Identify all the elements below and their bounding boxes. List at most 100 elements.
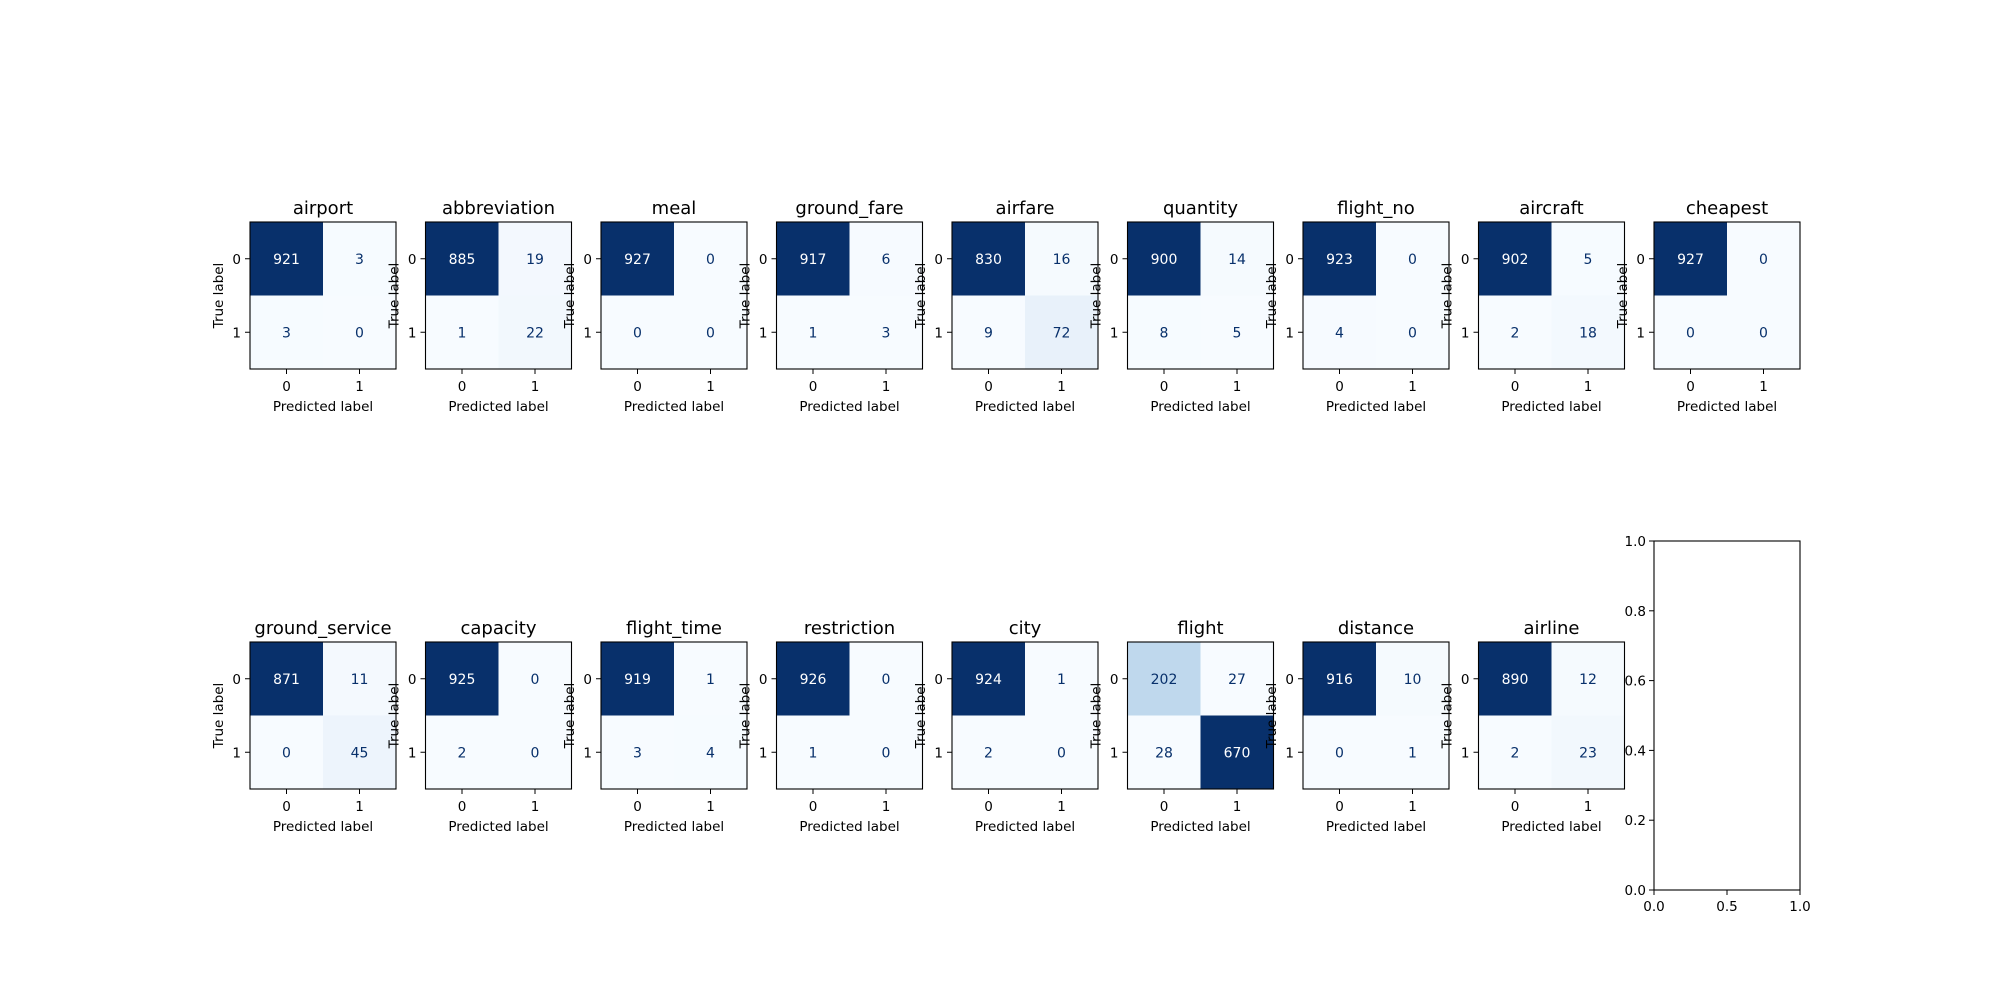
y-tick-label: 0	[1285, 252, 1294, 268]
confusion-matrix-meal: 927 0 0 0 meal 0 1 0 1 Predicted label True label	[562, 198, 748, 415]
cell-value-label: 902	[1502, 252, 1529, 268]
x-axis-label: Predicted label	[975, 399, 1075, 415]
x-axis-label: Predicted label	[1501, 819, 1601, 835]
x-tick-label: 0	[458, 799, 467, 815]
x-axis-label: Predicted label	[799, 819, 899, 835]
y-tick-label: 0.4	[1625, 743, 1646, 759]
y-tick-label: 1	[408, 745, 417, 761]
cell-value-label: 885	[449, 252, 476, 268]
y-tick-label: 1	[1110, 745, 1119, 761]
matrix-title: cheapest	[1686, 198, 1768, 219]
cell-value-label: 11	[351, 672, 369, 688]
y-tick-label: 1	[1285, 325, 1294, 341]
cell-value-label: 0	[706, 325, 715, 341]
y-axis-label: True label	[562, 263, 578, 330]
y-axis-label: True label	[211, 263, 227, 330]
x-axis-label: Predicted label	[1501, 399, 1601, 415]
y-tick-label: 1	[1110, 325, 1119, 341]
confusion-matrix-ground-fare: 917 6 1 3 ground_fare 0 1 0 1 Predicted label True…	[738, 198, 924, 415]
cell-value-label: 830	[975, 252, 1002, 268]
matrix-title: capacity	[461, 618, 537, 639]
x-tick-label: 0	[1160, 379, 1169, 395]
matrix-title: meal	[652, 198, 697, 219]
x-tick-label: 0	[809, 379, 818, 395]
x-axis-label: Predicted label	[1150, 819, 1250, 835]
y-tick-label: 0.8	[1625, 604, 1646, 620]
y-tick-label: 1	[934, 745, 943, 761]
matrix-title: abbreviation	[442, 198, 555, 219]
x-tick-label: 1	[1233, 379, 1242, 395]
cell-value-label: 1	[706, 672, 715, 688]
y-tick-label: 1	[408, 325, 417, 341]
x-axis-label: Predicted label	[624, 399, 724, 415]
y-axis-label: True label	[387, 683, 403, 750]
cell-value-label: 0	[531, 745, 540, 761]
cell-value-label: 1	[1057, 672, 1066, 688]
cell-value-label: 0	[1686, 325, 1695, 341]
x-tick-label: 1	[706, 379, 715, 395]
cell-value-label: 19	[526, 252, 544, 268]
x-tick-label: 1	[531, 379, 540, 395]
x-tick-label: 0	[1686, 379, 1695, 395]
y-tick-label: 0	[1285, 672, 1294, 688]
x-tick-label: 1	[1759, 379, 1768, 395]
confusion-matrix-distance: 916 100 1distance010 1Predicted labelTrue l…	[1264, 618, 1450, 835]
cell-value-label: 28	[1155, 745, 1173, 761]
x-tick-label: 1	[1057, 799, 1066, 815]
cell-value-label: 871	[273, 672, 300, 688]
x-tick-label: 0	[1511, 799, 1520, 815]
y-tick-label: 0	[1636, 252, 1645, 268]
y-tick-label: 0	[759, 672, 768, 688]
confusion-matrix-flight-time: 919 1 3 4 flight_time 0 1 0 1 Predicted label True…	[562, 618, 748, 835]
cell-value-label: 1	[809, 745, 818, 761]
y-tick-label: 0	[934, 672, 943, 688]
cell-value-label: 5	[1584, 252, 1593, 268]
cell-value-label: 4	[706, 745, 715, 761]
cell-value-label: 1	[1408, 745, 1417, 761]
y-tick-label: 0	[408, 252, 417, 268]
y-tick-label: 0	[1461, 252, 1470, 268]
cell-value-label: 12	[1579, 672, 1597, 688]
confusion-matrix-capacity: 925 0 2 0 capacity 0 1 0 1 Predicted label True la…	[387, 618, 573, 835]
y-axis-label: True label	[1264, 683, 1280, 750]
x-tick-label: 1	[882, 799, 891, 815]
confusion-matrix-city: 924 1 2 0 city 0 1 0 1 Predicted label True label	[913, 618, 1099, 835]
cell-value-label: 0	[355, 325, 364, 341]
x-axis-label: Predicted label	[1150, 399, 1250, 415]
cell-value-label: 4	[1335, 325, 1344, 341]
confusion-matrix-flight: 202 27 28 670 flight 0 1 0 1 Predicted label True …	[1089, 618, 1275, 835]
x-tick-label: 0	[458, 379, 467, 395]
cell-value-label: 926	[800, 672, 827, 688]
cell-value-label: 0	[1408, 252, 1417, 268]
y-tick-label: 0.2	[1625, 813, 1646, 829]
cell-value-label: 16	[1053, 252, 1071, 268]
x-axis-label: Predicted label	[273, 819, 373, 835]
y-tick-label: 1	[934, 325, 943, 341]
y-tick-label: 0	[1110, 672, 1119, 688]
cell-value-label: 2	[1511, 745, 1520, 761]
y-tick-label: 0	[1461, 672, 1470, 688]
matrix-title: distance	[1338, 618, 1414, 639]
confusion-matrix-abbreviation: 885 19 1 22 abbreviation 0 1 0 1 Predicted label T…	[387, 198, 573, 415]
cell-value-label: 3	[355, 252, 364, 268]
cell-value-label: 0	[633, 325, 642, 341]
y-tick-label: 0	[583, 672, 592, 688]
x-tick-label: 0	[809, 799, 818, 815]
cell-value-label: 917	[800, 252, 827, 268]
matrix-title: ground_service	[254, 618, 391, 639]
matrix-title: aircraft	[1519, 198, 1583, 219]
cell-value-label: 916	[1326, 672, 1353, 688]
cell-value-label: 22	[526, 325, 544, 341]
cell-value-label: 0	[1057, 745, 1066, 761]
matrix-title: city	[1009, 618, 1042, 639]
y-axis-label: True label	[913, 263, 929, 330]
x-tick-label: 1.0	[1789, 899, 1810, 915]
cell-value-label: 1	[458, 325, 467, 341]
cell-value-label: 2	[1511, 325, 1520, 341]
x-axis-label: Predicted label	[975, 819, 1075, 835]
y-tick-label: 1	[1461, 745, 1470, 761]
cell-value-label: 10	[1404, 672, 1422, 688]
confusion-matrix-airline: 890 12 2 23 airline 0 1 0 1 Predicted label True l…	[1440, 618, 1626, 835]
cell-value-label: 927	[624, 252, 651, 268]
y-tick-label: 1	[232, 325, 241, 341]
